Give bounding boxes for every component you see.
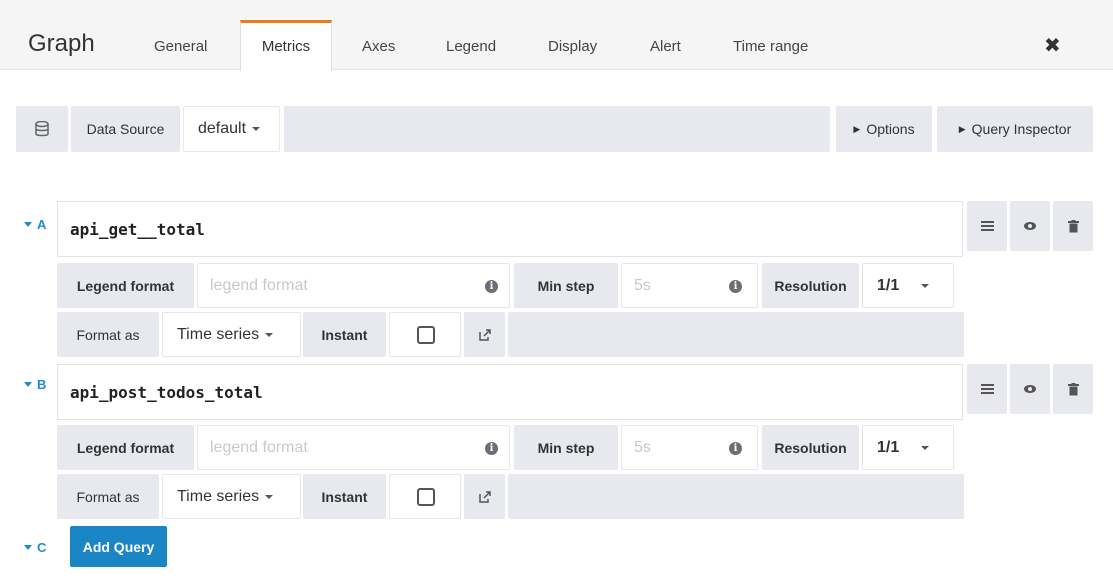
query-c-collapse[interactable]: C bbox=[24, 539, 46, 555]
query-a-resolution-label: Resolution bbox=[762, 263, 859, 308]
query-b-menu[interactable] bbox=[967, 364, 1007, 414]
datasource-filler bbox=[284, 106, 830, 152]
query-a-legend-placeholder: legend format bbox=[210, 276, 308, 294]
tab-time-range[interactable]: Time range bbox=[733, 38, 808, 55]
query-a-collapse[interactable]: A bbox=[24, 216, 46, 232]
share-icon bbox=[478, 490, 491, 503]
options-toggle[interactable]: ▶ Options bbox=[836, 106, 932, 152]
query-a-min-step-placeholder: 5s bbox=[634, 276, 651, 294]
query-b-format-as-label: Format as bbox=[57, 474, 159, 519]
chevron-down-icon bbox=[265, 332, 274, 337]
query-b-expression[interactable]: api_post_todos_total bbox=[57, 364, 963, 420]
query-c-letter: C bbox=[37, 539, 47, 555]
query-b-delete[interactable] bbox=[1053, 364, 1093, 414]
query-a-min-step-input[interactable]: 5s i bbox=[621, 263, 758, 308]
query-a-resolution-select[interactable]: 1/1 bbox=[862, 263, 954, 308]
query-b-external-link[interactable] bbox=[464, 474, 505, 519]
query-a-expression-text: api_get__total bbox=[70, 219, 205, 239]
panel-title: Graph bbox=[28, 30, 95, 57]
query-b-min-step-label: Min step bbox=[514, 425, 618, 470]
query-a-instant-checkbox-wrap bbox=[389, 312, 461, 357]
query-b-collapse[interactable]: B bbox=[24, 376, 46, 392]
info-icon: i bbox=[729, 280, 742, 293]
query-b-resolution-value: 1/1 bbox=[877, 438, 900, 456]
query-a-instant-label: Instant bbox=[303, 312, 386, 357]
caret-right-icon: ▶ bbox=[958, 123, 966, 134]
query-b-min-step-placeholder: 5s bbox=[634, 438, 651, 456]
query-a-min-step-label: Min step bbox=[514, 263, 618, 308]
info-icon: i bbox=[485, 280, 498, 293]
datasource-label: Data Source bbox=[71, 106, 180, 152]
share-icon bbox=[478, 328, 491, 341]
caret-down-icon bbox=[24, 544, 32, 550]
tab-general[interactable]: General bbox=[154, 38, 207, 55]
tab-metrics-label: Metrics bbox=[261, 38, 311, 55]
query-b-resolution-select[interactable]: 1/1 bbox=[862, 425, 954, 470]
options-label: Options bbox=[866, 121, 915, 137]
query-b-instant-checkbox[interactable] bbox=[417, 488, 435, 506]
query-a-format-as-label: Format as bbox=[57, 312, 159, 357]
tab-axes[interactable]: Axes bbox=[362, 38, 395, 55]
query-a-external-link[interactable] bbox=[464, 312, 505, 357]
query-b-toggle-visibility[interactable] bbox=[1010, 364, 1050, 414]
query-inspector-label: Query Inspector bbox=[971, 121, 1072, 137]
query-a-delete[interactable] bbox=[1053, 201, 1093, 251]
query-inspector-toggle[interactable]: ▶ Query Inspector bbox=[937, 106, 1093, 152]
trash-icon bbox=[1067, 219, 1079, 232]
tab-alert[interactable]: Alert bbox=[650, 38, 681, 55]
close-icon[interactable]: ✖ bbox=[1044, 33, 1061, 58]
caret-down-icon bbox=[24, 221, 32, 227]
info-icon: i bbox=[729, 442, 742, 455]
query-a-instant-checkbox[interactable] bbox=[417, 326, 435, 344]
query-b-letter: B bbox=[37, 376, 47, 392]
chevron-down-icon bbox=[252, 127, 261, 131]
eye-icon bbox=[1024, 222, 1036, 230]
tab-display[interactable]: Display bbox=[548, 38, 597, 55]
caret-right-icon: ▶ bbox=[853, 123, 861, 134]
query-a-expression[interactable]: api_get__total bbox=[57, 201, 963, 257]
caret-down-icon bbox=[24, 381, 32, 387]
query-b-format-select[interactable]: Time series bbox=[162, 474, 301, 519]
query-a-letter: A bbox=[37, 216, 47, 232]
tab-legend[interactable]: Legend bbox=[446, 38, 496, 55]
info-icon: i bbox=[485, 442, 498, 455]
query-b-row-filler bbox=[508, 474, 964, 519]
query-b-resolution-label: Resolution bbox=[762, 425, 859, 470]
query-b-format-value: Time series bbox=[177, 487, 260, 505]
query-b-min-step-input[interactable]: 5s i bbox=[621, 425, 758, 470]
query-b-instant-label: Instant bbox=[303, 474, 386, 519]
chevron-down-icon bbox=[265, 494, 274, 499]
trash-icon bbox=[1067, 382, 1079, 395]
query-a-menu[interactable] bbox=[967, 201, 1007, 251]
datasource-select[interactable]: default bbox=[183, 106, 280, 152]
database-icon bbox=[16, 106, 68, 152]
query-a-format-value: Time series bbox=[177, 325, 260, 343]
datasource-value: default bbox=[198, 120, 247, 137]
chevron-down-icon bbox=[921, 283, 930, 288]
hamburger-icon bbox=[980, 382, 994, 396]
query-b-legend-placeholder: legend format bbox=[210, 438, 308, 456]
query-b-instant-checkbox-wrap bbox=[389, 474, 461, 519]
query-a-legend-label: Legend format bbox=[57, 263, 194, 308]
query-a-format-select[interactable]: Time series bbox=[162, 312, 301, 357]
query-b-legend-input[interactable]: legend format i bbox=[197, 425, 510, 470]
tab-metrics[interactable]: Metrics bbox=[240, 20, 332, 71]
add-query-button[interactable]: Add Query bbox=[70, 526, 167, 567]
query-b-expression-text: api_post_todos_total bbox=[70, 382, 263, 402]
hamburger-icon bbox=[980, 219, 994, 233]
query-a-toggle-visibility[interactable] bbox=[1010, 201, 1050, 251]
query-a-row-filler bbox=[508, 312, 964, 357]
panel-header: Graph General Metrics Axes Legend Displa… bbox=[0, 0, 1113, 71]
query-a-resolution-value: 1/1 bbox=[877, 276, 900, 294]
query-b-legend-label: Legend format bbox=[57, 425, 194, 470]
chevron-down-icon bbox=[921, 445, 930, 450]
query-a-legend-input[interactable]: legend format i bbox=[197, 263, 510, 308]
eye-icon bbox=[1024, 385, 1036, 393]
